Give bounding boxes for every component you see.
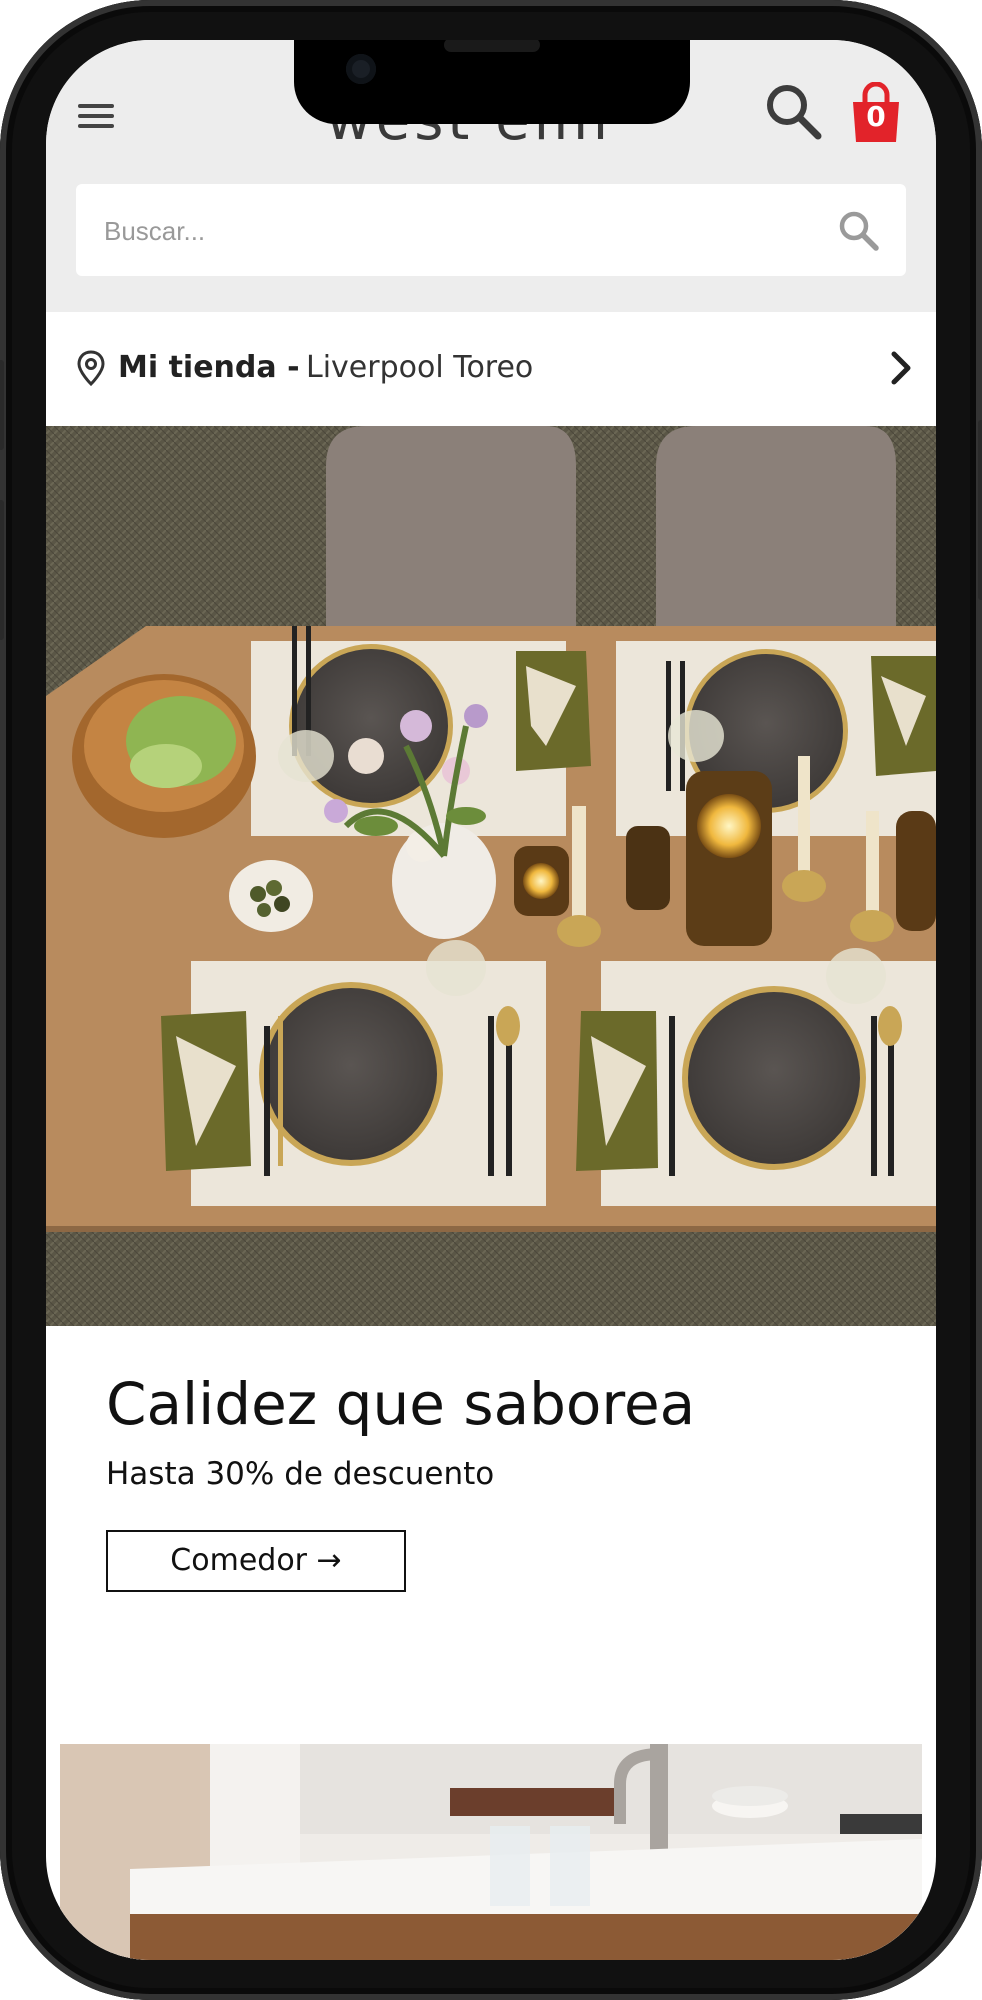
search-bar: [76, 184, 906, 276]
side-button: [978, 420, 982, 600]
hero-illustration: [46, 426, 936, 1326]
phone-frame: west elm 0: [0, 0, 982, 2000]
hamburger-menu-icon[interactable]: [76, 96, 116, 136]
kitchen-banner-image[interactable]: [60, 1744, 922, 1960]
hero-image-dining-table[interactable]: [46, 426, 936, 1326]
side-button: [0, 500, 4, 640]
screen: west elm 0: [46, 40, 936, 1960]
kitchen-illustration: [60, 1744, 922, 1960]
my-store-selector[interactable]: Mi tienda - Liverpool Toreo: [46, 312, 936, 426]
shopping-bag-button[interactable]: 0: [850, 81, 902, 144]
chevron-right-icon: [890, 348, 914, 388]
bag-count-badge: 0: [866, 100, 886, 133]
store-label: Mi tienda -: [118, 350, 300, 385]
search-submit-icon[interactable]: [836, 208, 882, 254]
side-button: [0, 360, 4, 450]
promo-subtitle: Hasta 30% de descuento: [106, 1456, 495, 1492]
search-icon[interactable]: [762, 80, 826, 144]
comedor-button[interactable]: Comedor →: [106, 1530, 406, 1592]
notch: [294, 40, 690, 124]
store-name: Liverpool Toreo: [306, 350, 534, 385]
speaker: [444, 40, 540, 52]
map-pin-icon: [76, 350, 106, 387]
promo-title: Calidez que saborea: [106, 1370, 696, 1438]
search-input[interactable]: [102, 206, 786, 256]
front-camera: [346, 54, 376, 84]
